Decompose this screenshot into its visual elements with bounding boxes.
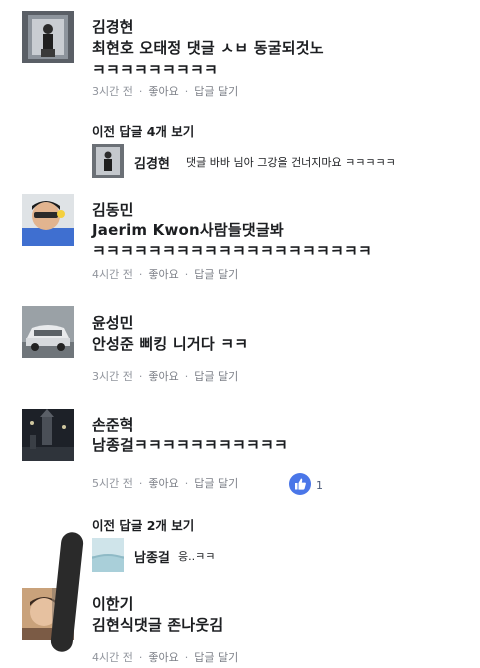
reply-preview[interactable]: 남종걸 응..ㅋㅋ: [92, 538, 292, 572]
timestamp: 3시간 전: [92, 370, 133, 383]
reply-text: 응..ㅋㅋ: [178, 550, 216, 563]
reply-avatar: [92, 538, 124, 572]
reaction-count[interactable]: 1: [316, 479, 323, 492]
timestamp: 4시간 전: [92, 651, 133, 664]
timestamp: 3시간 전: [92, 85, 133, 98]
car-photo-icon: [22, 306, 74, 358]
profile-photo-icon: [92, 538, 124, 572]
thumbs-up-icon: [295, 478, 306, 490]
separator: ·: [138, 85, 143, 98]
reply-button[interactable]: 답글 달기: [194, 475, 238, 491]
comment-meta: 3시간 전 · 좋아요 · 답글 달기: [92, 83, 238, 99]
reply-author[interactable]: 김경현: [134, 153, 170, 172]
profile-photo-icon: [92, 144, 124, 178]
separator: ·: [138, 477, 143, 490]
like-button[interactable]: 좋아요: [148, 475, 178, 491]
view-previous-replies-button[interactable]: 이전 답글 4개 보기: [92, 121, 194, 140]
reply-button[interactable]: 답글 달기: [194, 266, 238, 282]
comment-text: 최현호 오태정 댓글 ㅅㅂ 동굴되것노: [92, 39, 324, 57]
timestamp: 5시간 전: [92, 477, 133, 490]
night-photo-icon: [22, 409, 74, 461]
avatar[interactable]: [22, 11, 74, 63]
separator: ·: [184, 268, 189, 281]
avatar[interactable]: [22, 409, 74, 461]
avatar[interactable]: [22, 194, 74, 246]
reply-author[interactable]: 남종걸: [134, 547, 170, 566]
comment-text: 안성준 삐킹 니거다 ㅋㅋ: [92, 335, 249, 353]
separator: ·: [184, 85, 189, 98]
comment-meta: 4시간 전 · 좋아요 · 답글 달기: [92, 649, 238, 665]
comment-meta: 5시간 전 · 좋아요 · 답글 달기: [92, 475, 238, 491]
like-button[interactable]: 좋아요: [148, 266, 178, 282]
like-button[interactable]: 좋아요: [148, 368, 178, 384]
comment-author[interactable]: 이한기: [92, 593, 133, 614]
separator: ·: [138, 651, 143, 664]
separator: ·: [184, 477, 189, 490]
comment-text-line2: ㅋㅋㅋㅋㅋㅋㅋㅋㅋㅋㅋㅋㅋㅋㅋㅋㅋㅋㅋㅋ: [92, 242, 373, 260]
comment-author[interactable]: 손준혁: [92, 414, 133, 435]
comment-meta: 4시간 전 · 좋아요 · 답글 달기: [92, 266, 238, 282]
separator: ·: [184, 651, 189, 664]
comment-text-line2: ㅋㅋㅋㅋㅋㅋㅋㅋㅋ: [92, 61, 219, 79]
separator: ·: [184, 370, 189, 383]
comment-author[interactable]: 김동민: [92, 199, 133, 220]
reply-avatar: [92, 144, 124, 178]
like-button[interactable]: 좋아요: [148, 649, 178, 665]
comment-text: 남종걸ㅋㅋㅋㅋㅋㅋㅋㅋㅋㅋㅋ: [92, 436, 289, 454]
reply-button[interactable]: 답글 달기: [194, 83, 238, 99]
reply-preview[interactable]: 김경현 댓글 바바 님아 그강을 건너지마요 ㅋㅋㅋㅋㅋ: [92, 144, 452, 178]
profile-photo-icon: [22, 11, 74, 63]
redaction-mark: [49, 531, 85, 653]
comment-author[interactable]: 김경현: [92, 16, 133, 37]
comment-meta: 3시간 전 · 좋아요 · 답글 달기: [92, 368, 238, 384]
comment-author[interactable]: 윤성민: [92, 312, 133, 333]
view-previous-replies-button[interactable]: 이전 답글 2개 보기: [92, 515, 194, 534]
reply-button[interactable]: 답글 달기: [194, 368, 238, 384]
timestamp: 4시간 전: [92, 268, 133, 281]
reply-text: 댓글 바바 님아 그강을 건너지마요 ㅋㅋㅋㅋㅋ: [186, 156, 396, 169]
reply-button[interactable]: 답글 달기: [194, 649, 238, 665]
comment-text: 김현식댓글 존나웃김: [92, 616, 224, 634]
like-button[interactable]: 좋아요: [148, 83, 178, 99]
comment-text: Jaerim Kwon사람들댓글봐: [92, 221, 284, 239]
separator: ·: [138, 370, 143, 383]
profile-photo-icon: [22, 194, 74, 246]
avatar[interactable]: [22, 306, 74, 358]
like-reaction-icon[interactable]: [289, 473, 311, 495]
separator: ·: [138, 268, 143, 281]
